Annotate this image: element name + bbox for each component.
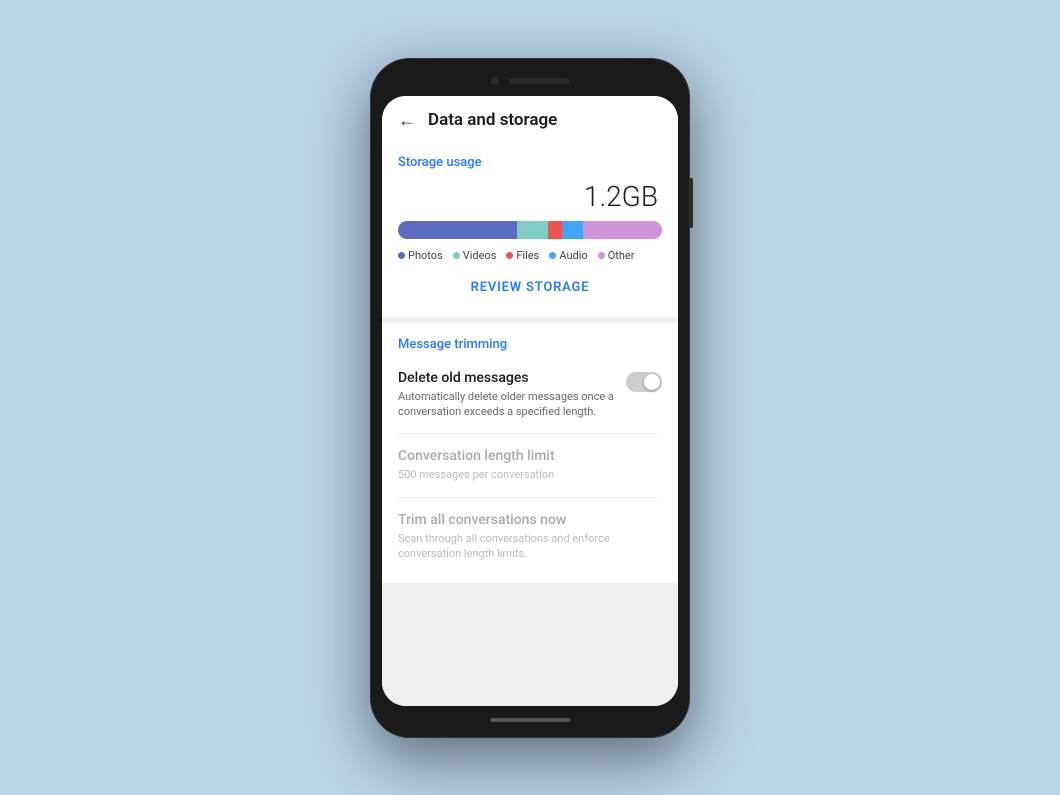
bar-other (583, 221, 662, 239)
legend-photos: Photos (398, 249, 443, 262)
row-divider-2 (398, 497, 662, 498)
conversation-length-text: Conversation length limit 500 messages p… (398, 448, 662, 482)
trim-all-text: Trim all conversations now Scan through … (398, 512, 662, 562)
delete-old-messages-toggle[interactable] (626, 372, 662, 392)
message-trimming-section: Message trimming Delete old messages Aut… (382, 323, 678, 584)
legend-label-other: Other (608, 249, 635, 262)
legend-audio: Audio (549, 249, 587, 262)
trim-all-row: Trim all conversations now Scan through … (398, 504, 662, 570)
screen-content: ← Data and storage Storage usage 1.2GB (382, 96, 678, 706)
speaker-bar (509, 78, 569, 84)
home-indicator (490, 718, 570, 722)
delete-old-messages-title: Delete old messages (398, 370, 616, 386)
legend-dot-audio (549, 252, 556, 259)
legend-videos: Videos (453, 249, 497, 262)
legend-label-videos: Videos (463, 249, 497, 262)
bar-videos (517, 221, 549, 239)
legend-dot-photos (398, 252, 405, 259)
storage-legend: Photos Videos Files Audio (398, 249, 662, 262)
legend-label-photos: Photos (408, 249, 443, 262)
conversation-length-desc: 500 messages per conversation (398, 467, 652, 482)
back-button[interactable]: ← (398, 110, 416, 131)
message-trimming-label: Message trimming (398, 337, 662, 352)
camera-dot (491, 77, 499, 85)
storage-total: 1.2GB (398, 180, 662, 213)
phone-screen: ← Data and storage Storage usage 1.2GB (382, 96, 678, 706)
delete-old-messages-row: Delete old messages Automatically delete… (398, 362, 662, 428)
bar-photos (398, 221, 517, 239)
conversation-length-row: Conversation length limit 500 messages p… (398, 440, 662, 490)
phone-frame: ← Data and storage Storage usage 1.2GB (370, 58, 690, 738)
legend-files: Files (506, 249, 539, 262)
legend-dot-videos (453, 252, 460, 259)
legend-dot-other (598, 252, 605, 259)
legend-other: Other (598, 249, 635, 262)
trim-all-desc: Scan through all conversations and enfor… (398, 531, 652, 562)
delete-old-messages-desc: Automatically delete older messages once… (398, 389, 616, 420)
delete-old-messages-main: Delete old messages Automatically delete… (398, 370, 662, 420)
delete-old-messages-text: Delete old messages Automatically delete… (398, 370, 626, 420)
review-storage-button[interactable]: REVIEW STORAGE (398, 274, 662, 297)
legend-label-audio: Audio (559, 249, 587, 262)
row-divider-1 (398, 433, 662, 434)
legend-dot-files (506, 252, 513, 259)
bottom-gray-area (382, 583, 678, 705)
conversation-length-title: Conversation length limit (398, 448, 652, 464)
header: ← Data and storage (382, 96, 678, 141)
storage-section-label: Storage usage (398, 155, 662, 170)
trim-all-title: Trim all conversations now (398, 512, 652, 528)
page-title: Data and storage (428, 110, 557, 130)
phone-bottom (382, 710, 678, 730)
storage-section: Storage usage 1.2GB Photos (382, 141, 678, 311)
phone-top-bar (382, 70, 678, 92)
storage-bar (398, 221, 662, 239)
bar-audio (562, 221, 583, 239)
legend-label-files: Files (516, 249, 539, 262)
bar-files (548, 221, 561, 239)
